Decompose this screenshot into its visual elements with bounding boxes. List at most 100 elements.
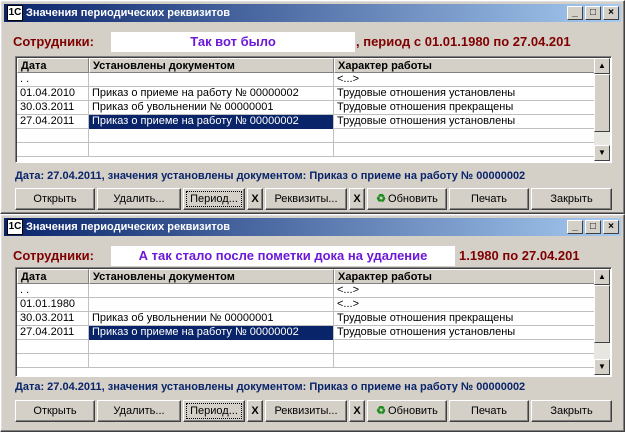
minimize-button[interactable]: _ — [567, 6, 583, 20]
values-table[interactable]: Дата Установлены документом Характер раб… — [15, 267, 612, 377]
open-button[interactable]: Открыть — [15, 400, 95, 422]
cell-date[interactable] — [17, 129, 89, 143]
table-row[interactable]: 01.01.1980 <...> — [17, 298, 594, 312]
close-button[interactable]: Закрыть — [531, 400, 612, 422]
cell-document[interactable]: Приказ о приеме на работу № 00000002 — [89, 115, 334, 129]
open-button[interactable]: Открыть — [15, 188, 95, 210]
table-row[interactable] — [17, 354, 594, 368]
refresh-label: Обновить — [388, 405, 438, 417]
scroll-thumb[interactable] — [594, 74, 610, 132]
clear-props-button[interactable]: X — [349, 188, 365, 210]
cell-document[interactable]: Приказ о приеме на работу № 00000002 — [89, 87, 334, 101]
status-line: Дата: 27.04.2011, значения установлены д… — [15, 170, 526, 182]
cell-work-type[interactable] — [334, 354, 594, 368]
employee-field[interactable]: Так вот было — [111, 32, 355, 52]
period-text: 1.1980 по 27.04.201 — [459, 248, 580, 263]
cell-document[interactable]: Приказ об увольнении № 00000001 — [89, 101, 334, 115]
minimize-button[interactable]: _ — [567, 220, 583, 234]
close-window-button[interactable]: × — [603, 6, 619, 20]
window-title: Значения периодических реквизитов — [26, 7, 231, 19]
delete-button[interactable]: Удалить... — [97, 400, 181, 422]
cell-date[interactable]: 01.01.1980 — [17, 298, 89, 312]
cell-document[interactable] — [89, 298, 334, 312]
cell-work-type[interactable] — [334, 340, 594, 354]
clear-props-button[interactable]: X — [349, 400, 365, 422]
delete-button[interactable]: Удалить... — [97, 188, 181, 210]
close-window-button[interactable]: × — [603, 220, 619, 234]
table-row[interactable] — [17, 129, 594, 143]
cell-document[interactable] — [89, 129, 334, 143]
values-table[interactable]: Дата Установлены документом Характер раб… — [15, 56, 612, 163]
cell-document[interactable] — [89, 73, 334, 87]
employees-row: Сотрудники: А так стало после пометки до… — [13, 246, 612, 266]
props-button[interactable]: Реквизиты... — [265, 188, 347, 210]
column-header-document[interactable]: Установлены документом — [89, 269, 334, 284]
column-header-document[interactable]: Установлены документом — [89, 58, 334, 73]
column-header-date[interactable]: Дата — [17, 269, 89, 284]
cell-document[interactable]: Приказ об увольнении № 00000001 — [89, 312, 334, 326]
table-row[interactable] — [17, 340, 594, 354]
scroll-up-button[interactable]: ▲ — [594, 58, 610, 74]
cell-work-type[interactable] — [334, 143, 594, 157]
cell-document[interactable]: Приказ о приеме на работу № 00000002 — [89, 326, 334, 340]
maximize-button[interactable]: □ — [585, 6, 601, 20]
scroll-thumb[interactable] — [594, 285, 610, 343]
table-row[interactable]: 01.04.2010 Приказ о приеме на работу № 00… — [17, 87, 594, 101]
column-header-work-type[interactable]: Характер работы — [334, 58, 594, 73]
table-body: . . <...> 01.04.2010 Приказ о приеме на раб… — [17, 73, 594, 161]
title-bar[interactable]: 1C Значения периодических реквизитов _ □… — [4, 4, 621, 22]
cell-date[interactable]: . . — [17, 73, 89, 87]
cell-date[interactable]: 27.04.2011 — [17, 326, 89, 340]
cell-work-type[interactable]: Трудовые отношения прекращены — [334, 312, 594, 326]
employee-field[interactable]: А так стало после пометки дока на удален… — [111, 246, 455, 266]
table-row[interactable]: . . <...> — [17, 73, 594, 87]
period-button[interactable]: Период... — [183, 188, 245, 210]
table-row[interactable] — [17, 143, 594, 157]
cell-date[interactable] — [17, 354, 89, 368]
cell-document[interactable] — [89, 354, 334, 368]
table-row[interactable]: 30.03.2011 Приказ об увольнении № 0000000… — [17, 101, 594, 115]
vertical-scrollbar[interactable]: ▲ ▼ — [594, 269, 610, 375]
cell-work-type[interactable]: <...> — [334, 284, 594, 298]
cell-work-type[interactable] — [334, 129, 594, 143]
refresh-button[interactable]: ♻ Обновить — [367, 400, 447, 422]
cell-date[interactable] — [17, 143, 89, 157]
clear-period-button[interactable]: X — [247, 400, 263, 422]
column-header-date[interactable]: Дата — [17, 58, 89, 73]
cell-work-type[interactable]: Трудовые отношения установлены — [334, 326, 594, 340]
print-button[interactable]: Печать — [449, 188, 529, 210]
print-button[interactable]: Печать — [449, 400, 529, 422]
table-row[interactable]: 27.04.2011 Приказ о приеме на работу № 00… — [17, 326, 594, 340]
cell-document[interactable] — [89, 284, 334, 298]
close-button[interactable]: Закрыть — [531, 188, 612, 210]
cell-document[interactable] — [89, 340, 334, 354]
props-button[interactable]: Реквизиты... — [265, 400, 347, 422]
scroll-up-button[interactable]: ▲ — [594, 269, 610, 285]
period-button[interactable]: Период... — [183, 400, 245, 422]
cell-work-type[interactable]: Трудовые отношения прекращены — [334, 101, 594, 115]
table-row[interactable]: 27.04.2011 Приказ о приеме на работу № 00… — [17, 115, 594, 129]
column-header-work-type[interactable]: Характер работы — [334, 269, 594, 284]
cell-date[interactable]: 01.04.2010 — [17, 87, 89, 101]
vertical-scrollbar[interactable]: ▲ ▼ — [594, 58, 610, 161]
cell-work-type[interactable]: <...> — [334, 73, 594, 87]
cell-date[interactable]: . . — [17, 284, 89, 298]
cell-work-type[interactable]: Трудовые отношения установлены — [334, 115, 594, 129]
cell-date[interactable]: 27.04.2011 — [17, 115, 89, 129]
clear-period-button[interactable]: X — [247, 188, 263, 210]
cell-work-type[interactable]: <...> — [334, 298, 594, 312]
table-row[interactable]: . . <...> — [17, 284, 594, 298]
title-bar[interactable]: 1C Значения периодических реквизитов _ □… — [4, 218, 621, 236]
refresh-button[interactable]: ♻ Обновить — [367, 188, 447, 210]
table-row[interactable]: 30.03.2011 Приказ об увольнении № 0000000… — [17, 312, 594, 326]
scroll-down-button[interactable]: ▼ — [594, 359, 610, 375]
cell-work-type[interactable]: Трудовые отношения установлены — [334, 87, 594, 101]
cell-date[interactable] — [17, 340, 89, 354]
window-title: Значения периодических реквизитов — [26, 221, 231, 233]
scroll-down-button[interactable]: ▼ — [594, 145, 610, 161]
cell-date[interactable]: 30.03.2011 — [17, 101, 89, 115]
button-bar: Открыть Удалить... Период... X Реквизиты… — [15, 400, 612, 422]
cell-document[interactable] — [89, 143, 334, 157]
cell-date[interactable]: 30.03.2011 — [17, 312, 89, 326]
maximize-button[interactable]: □ — [585, 220, 601, 234]
